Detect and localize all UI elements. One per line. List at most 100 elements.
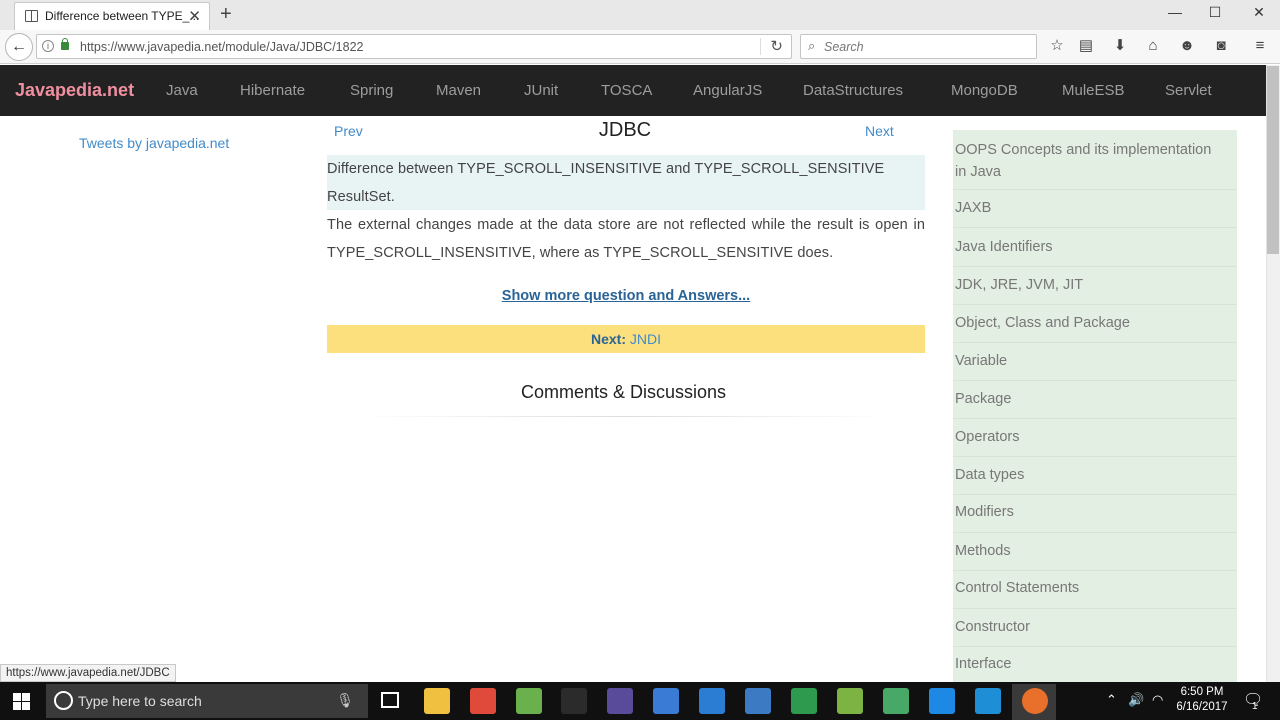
reader-icon [25,10,38,22]
next-topic-link[interactable]: JNDI [630,331,661,347]
terminal-icon[interactable] [561,688,587,714]
browser-navbar: ← i https://www.javapedia.net/module/Jav… [0,30,1280,64]
comments-divider [360,416,890,417]
question-text: Difference between TYPE_SCROLL_INSENSITI… [327,155,925,210]
tab-title: Difference between TYPE_... [45,9,200,23]
bookmark-star-icon[interactable]: ☆ [1046,35,1068,57]
sidebar-divider [953,189,1237,190]
taskbar-clock[interactable]: 6:50 PM 6/16/2017 [1166,685,1238,715]
clock-date: 6/16/2017 [1176,701,1228,713]
cortana-icon [54,691,73,710]
show-more-link[interactable]: Show more question and Answers... [327,288,925,304]
bookmarks-list-icon[interactable]: ▤ [1075,35,1097,57]
windows-start-icon[interactable] [13,693,30,710]
sidebar-divider [953,608,1237,609]
search-icon: ⌕ [808,38,816,53]
menu-icon[interactable]: ≡ [1249,35,1271,57]
sidebar-item-methods[interactable]: Methods [955,541,1225,563]
sidebar-item-oops[interactable]: OOPS Concepts and its implementation in … [955,140,1225,183]
nav-tosca[interactable]: TOSCA [601,82,652,99]
home-icon[interactable]: ⌂ [1142,35,1164,57]
notepad-icon[interactable] [837,688,863,714]
sidebar-item-jaxb[interactable]: JAXB [955,198,1225,220]
volume-icon[interactable]: 🔊 [1128,692,1144,708]
scrollbar-thumb[interactable] [1267,66,1279,254]
nav-muleesb[interactable]: MuleESB [1062,82,1125,99]
wifi-icon[interactable]: ◠ [1152,692,1163,708]
sidebar-item-modifiers[interactable]: Modifiers [955,502,1225,524]
nav-angularjs[interactable]: AngularJS [693,82,762,99]
tweets-link[interactable]: Tweets by javapedia.net [79,135,229,151]
url-separator [760,38,761,55]
nav-spring[interactable]: Spring [350,82,393,99]
minimize-button[interactable]: — [1165,4,1185,20]
nav-servlet[interactable]: Servlet [1165,82,1212,99]
visual-studio-icon[interactable] [745,688,771,714]
sidebar-divider [953,380,1237,381]
nav-datastructures[interactable]: DataStructures [803,82,903,99]
sidebar-item-object-class[interactable]: Object, Class and Package [955,313,1225,335]
window-close-button[interactable]: ✕ [1249,4,1269,21]
maximize-button[interactable]: ☐ [1205,4,1225,21]
sidebar-divider [953,304,1237,305]
info-icon[interactable]: i [42,40,54,52]
page-title: JDBC [598,119,652,141]
sidebar-item-operators[interactable]: Operators [955,427,1225,449]
chat-icon[interactable]: ☻ [1176,35,1198,57]
url-text[interactable]: https://www.javapedia.net/module/Java/JD… [80,40,364,54]
app-green-icon[interactable] [516,688,542,714]
sidebar-item-package[interactable]: Package [955,389,1225,411]
firefox-icon[interactable] [1022,688,1048,714]
next-link[interactable]: Next [865,123,894,139]
sidebar-item-data-types[interactable]: Data types [955,465,1225,487]
browser-tab-strip: Difference between TYPE_... ✕ + — ☐ ✕ [0,0,1280,30]
new-tab-button[interactable]: + [220,3,232,26]
next-topic-label: Next: [590,331,626,347]
tray-chevron-icon[interactable]: ⌃ [1106,692,1117,708]
sidebar-divider [953,646,1237,647]
mulesoft-icon[interactable] [975,688,1001,714]
mail-icon[interactable] [699,688,725,714]
sidebar-item-jdk-jre[interactable]: JDK, JRE, JVM, JIT [955,275,1225,297]
pocket-icon[interactable]: ◙ [1210,35,1232,57]
nav-junit[interactable]: JUnit [524,82,558,99]
microphone-icon[interactable]: 🎙 [336,692,354,709]
site-header: Javapedia.net Java Hibernate Spring Mave… [0,65,1266,116]
url-bar[interactable]: i https://www.javapedia.net/module/Java/… [36,34,792,59]
sidebar-item-interface[interactable]: Interface [955,654,1225,676]
nav-maven[interactable]: Maven [436,82,481,99]
download-icon[interactable]: ⬇ [1109,35,1131,57]
sidebar-item-java-identifiers[interactable]: Java Identifiers [955,237,1225,259]
edge-icon[interactable] [929,688,955,714]
sidebar-item-control-statements[interactable]: Control Statements [955,578,1225,600]
task-view-icon[interactable] [381,692,399,708]
comments-heading: Comments & Discussions [520,382,727,402]
nav-hibernate[interactable]: Hibernate [240,82,305,99]
file-explorer-icon[interactable] [424,688,450,714]
sidebar-item-variable[interactable]: Variable [955,351,1225,373]
browser-tab-active[interactable]: Difference between TYPE_... ✕ [14,2,210,30]
sidebar-divider [953,342,1237,343]
notification-count: 1 [1252,701,1258,712]
sidebar-item-constructor[interactable]: Constructor [955,617,1225,639]
status-url-tooltip: https://www.javapedia.net/JDBC [0,664,176,682]
sidebar-divider [953,494,1237,495]
browser-search-field[interactable]: ⌕ Search [800,34,1037,59]
search-placeholder: Search [824,40,864,54]
app-blue-icon[interactable] [653,688,679,714]
sidebar-divider [953,266,1237,267]
nav-java[interactable]: Java [166,82,198,99]
back-button[interactable]: ← [5,33,33,61]
eclipse-icon[interactable] [607,688,633,714]
topic-sidebar: OOPS Concepts and its implementation in … [953,130,1237,682]
chrome-icon[interactable] [470,688,496,714]
nav-mongodb[interactable]: MongoDB [951,82,1018,99]
photos-icon[interactable] [883,688,909,714]
prev-link[interactable]: Prev [334,123,363,139]
app-leaf-icon[interactable] [791,688,817,714]
tab-close-icon[interactable]: ✕ [188,7,201,25]
reload-icon[interactable]: ↻ [770,37,783,55]
lock-icon [61,38,69,50]
site-logo[interactable]: Javapedia.net [15,80,134,101]
taskbar-search-box[interactable]: Type here to search 🎙 [46,684,368,718]
